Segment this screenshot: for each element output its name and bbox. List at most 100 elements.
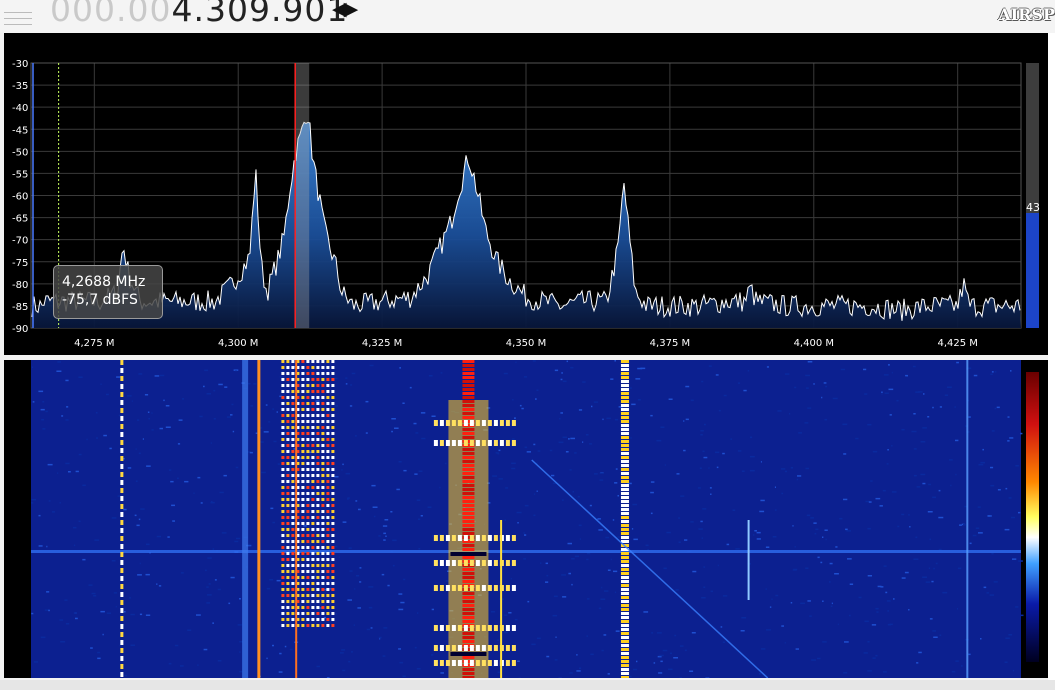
waterfall-noise <box>750 436 753 439</box>
waterfall-data-block <box>281 480 285 483</box>
waterfall-data-block <box>311 552 315 555</box>
waterfall-noise <box>868 501 872 503</box>
vfo-bandwidth-marker[interactable] <box>295 63 310 328</box>
waterfall-noise <box>887 610 889 612</box>
waterfall-sideband <box>463 535 468 541</box>
waterfall-data-block <box>306 486 310 489</box>
waterfall-data-block <box>286 486 290 489</box>
waterfall-data-block <box>311 384 315 387</box>
waterfall-noise <box>844 641 849 643</box>
waterfall-noise <box>131 400 133 402</box>
waterfall-carrier-fuzzy <box>620 672 629 675</box>
waterfall-sideband <box>433 660 438 666</box>
waterfall-carrier-fuzzy <box>620 568 629 571</box>
waterfall-sideband <box>463 645 468 651</box>
waterfall-noise <box>918 651 922 654</box>
frequency-leading-digits[interactable]: 000.00 <box>50 0 171 29</box>
waterfall-data-block <box>316 612 320 615</box>
waterfall-wide-signal-core <box>462 380 475 383</box>
waterfall-noise <box>983 586 987 589</box>
waterfall-noise <box>1012 558 1017 560</box>
waterfall-noise <box>920 441 926 443</box>
waterfall-data-block <box>321 384 325 387</box>
waterfall-sideband <box>481 660 486 666</box>
waterfall-noise <box>701 380 704 383</box>
waterfall-noise <box>42 401 45 403</box>
waterfall-noise <box>226 416 232 418</box>
waterfall-wide-signal-core <box>462 548 475 551</box>
waterfall-noise <box>167 536 170 538</box>
waterfall-noise <box>431 608 434 611</box>
waterfall-noise <box>392 539 397 542</box>
waterfall-noise <box>804 422 809 424</box>
waterfall-carrier-fuzzy <box>620 412 629 415</box>
waterfall-noise <box>582 381 586 383</box>
waterfall-noise <box>939 634 942 636</box>
waterfall-plot[interactable] <box>4 360 1048 678</box>
waterfall-data-block <box>321 582 325 585</box>
waterfall-noise <box>653 662 656 664</box>
waterfall-data-block <box>291 468 295 471</box>
waterfall-noise <box>843 453 847 455</box>
waterfall-noise <box>383 539 386 541</box>
waterfall-noise <box>59 502 61 504</box>
waterfall-data-block <box>311 588 315 591</box>
waterfall-sideband <box>493 585 498 591</box>
waterfall-data-block <box>281 540 285 543</box>
waterfall-data-block <box>326 366 330 369</box>
frequency-display[interactable]: 000.004.309.901 <box>50 0 348 29</box>
waterfall-display[interactable] <box>4 360 1048 678</box>
waterfall-noise <box>427 506 432 508</box>
waterfall-sideband <box>493 625 498 631</box>
waterfall-noise <box>348 660 351 663</box>
waterfall-carrier-fuzzy <box>620 504 629 507</box>
waterfall-noise <box>710 590 713 593</box>
waterfall-noise <box>794 386 797 389</box>
waterfall-data-block <box>321 528 325 531</box>
tooltip-level: -75,7 dBFS <box>62 292 138 308</box>
waterfall-noise <box>631 403 636 406</box>
waterfall-noise <box>200 502 203 504</box>
waterfall-noise <box>88 584 93 586</box>
waterfall-carrier-fuzzy <box>620 636 629 639</box>
waterfall-noise <box>867 527 871 530</box>
waterfall-noise <box>740 630 745 632</box>
waterfall-noise <box>326 677 330 678</box>
waterfall-data-block <box>301 420 305 423</box>
waterfall-data-block <box>291 618 295 621</box>
frequency-significant-digits[interactable]: 4.309.901 <box>171 0 348 29</box>
waterfall-data-block <box>331 522 335 525</box>
waterfall-noise <box>569 672 573 674</box>
waterfall-noise <box>913 558 919 560</box>
waterfall-noise <box>594 473 598 475</box>
waterfall-noise <box>390 511 393 513</box>
waterfall-noise <box>177 443 181 445</box>
waterfall-wide-signal-core <box>462 580 475 583</box>
waterfall-data-block <box>301 624 305 627</box>
waterfall-noise <box>97 651 101 654</box>
waterfall-noise <box>212 548 215 550</box>
waterfall-data-block <box>321 462 325 465</box>
waterfall-data-block <box>316 558 320 561</box>
waterfall-sideband <box>463 625 468 631</box>
waterfall-noise <box>526 451 531 453</box>
waterfall-noise <box>213 418 216 420</box>
tuning-step-arrows-icon[interactable]: ◀▶ <box>332 0 358 20</box>
waterfall-sideband <box>493 420 498 426</box>
waterfall-data-block <box>301 588 305 591</box>
waterfall-carrier-dashed <box>120 600 124 605</box>
waterfall-data-block <box>331 624 335 627</box>
waterfall-noise <box>569 469 572 471</box>
waterfall-data-block <box>281 546 285 549</box>
waterfall-noise <box>879 505 883 507</box>
x-tick-label: 4,275 M <box>74 338 114 349</box>
waterfall-data-block <box>331 576 335 579</box>
waterfall-noise <box>915 536 918 539</box>
waterfall-data-block <box>316 564 320 567</box>
waterfall-noise <box>221 532 227 534</box>
y-tick-label: -70 <box>12 236 28 247</box>
waterfall-carrier-fuzzy <box>620 560 629 563</box>
menu-icon[interactable] <box>4 6 34 28</box>
waterfall-noise <box>180 665 184 667</box>
waterfall-noise <box>703 456 708 459</box>
